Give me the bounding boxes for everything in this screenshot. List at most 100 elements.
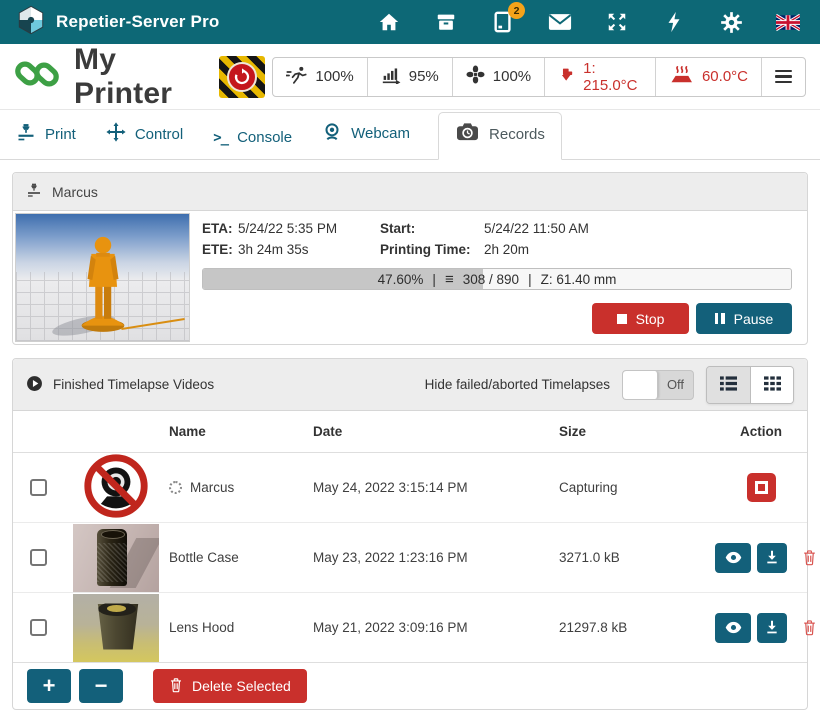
- bed-value: 60.0°C: [702, 68, 748, 85]
- printer-connected-link-icon: [14, 53, 60, 100]
- speed-value: 100%: [315, 68, 353, 85]
- grid-view-button[interactable]: [750, 367, 793, 403]
- home-icon[interactable]: [377, 10, 401, 34]
- tab-control[interactable]: Control: [104, 114, 185, 159]
- video-date: May 24, 2022 3:15:14 PM: [313, 480, 559, 495]
- stop-recording-button[interactable]: [747, 473, 776, 502]
- row-checkbox[interactable]: [30, 479, 47, 496]
- current-print-header: Marcus: [13, 173, 807, 211]
- delete-video-icon[interactable]: [802, 619, 817, 636]
- speed-icon: [286, 66, 307, 88]
- speed-multiplier[interactable]: 100%: [273, 58, 366, 96]
- table-row: Lens Hood May 21, 2022 3:09:16 PM 21297.…: [13, 593, 807, 663]
- ete-value: 3h 24m 35s: [238, 242, 380, 257]
- preview-video-button[interactable]: [715, 613, 751, 643]
- layer-counter: 308 / 890: [463, 272, 519, 287]
- video-name: Marcus: [190, 480, 234, 495]
- records-tab-icon: [455, 122, 480, 147]
- tab-records-label: Records: [489, 126, 545, 143]
- flow-multiplier[interactable]: 95%: [367, 58, 452, 96]
- trash-icon: [169, 677, 183, 696]
- view-mode-group: [706, 366, 794, 404]
- play-circle-icon: [26, 375, 43, 395]
- tab-print[interactable]: Print: [14, 114, 78, 159]
- heated-bed-icon: [669, 65, 694, 89]
- row-checkbox[interactable]: [30, 549, 47, 566]
- video-status: Capturing: [559, 480, 715, 495]
- emergency-stop-icon: [227, 62, 257, 92]
- delete-selected-label: Delete Selected: [192, 678, 291, 694]
- bed-temperature[interactable]: 60.0°C: [655, 58, 761, 96]
- top-navbar: Repetier-Server Pro 2: [0, 0, 820, 44]
- z-height: Z: 61.40 mm: [541, 272, 617, 287]
- settings-gear-icon[interactable]: [719, 10, 743, 34]
- list-view-button[interactable]: [707, 367, 750, 403]
- video-size: 3271.0 kB: [559, 550, 715, 565]
- tab-webcam[interactable]: Webcam: [320, 113, 412, 159]
- capturing-spinner-icon: [169, 481, 182, 494]
- video-thumbnail: [73, 524, 159, 592]
- pause-print-button[interactable]: Pause: [696, 303, 792, 334]
- webcam-tab-icon: [322, 121, 342, 146]
- tab-print-label: Print: [45, 126, 76, 143]
- list-view-icon: [719, 375, 738, 395]
- download-video-button[interactable]: [757, 613, 787, 643]
- navbar-actions: 2: [377, 10, 804, 34]
- gcode-box-icon[interactable]: [434, 10, 458, 34]
- pause-label: Pause: [734, 311, 774, 327]
- console-tab-icon: >_: [213, 130, 228, 146]
- status-bar: 100% 95% 100% 1: 215.0°C 60.0°C: [272, 57, 806, 97]
- select-all-button[interactable]: +: [27, 669, 71, 703]
- power-icon[interactable]: [662, 10, 686, 34]
- current-print-body: ETA: 5/24/22 5:35 PM Start: 5/24/22 11:5…: [13, 211, 807, 344]
- video-thumbnail: [73, 594, 159, 662]
- brand[interactable]: Repetier-Server Pro: [16, 5, 219, 40]
- print-info: ETA: 5/24/22 5:35 PM Start: 5/24/22 11:5…: [190, 213, 805, 342]
- menu-icon: [775, 70, 792, 84]
- printer-title: My Printer: [74, 43, 219, 111]
- print-tab-icon: [16, 122, 36, 146]
- messages-icon[interactable]: [548, 10, 572, 34]
- eta-label: ETA:: [202, 221, 238, 236]
- preview-video-button[interactable]: [715, 543, 751, 573]
- video-date: May 21, 2022 3:09:16 PM: [313, 620, 559, 635]
- fan-speed[interactable]: 100%: [452, 58, 544, 96]
- tab-records[interactable]: Records: [438, 112, 562, 160]
- tab-webcam-label: Webcam: [351, 125, 410, 142]
- timelapse-title: Finished Timelapse Videos: [53, 377, 214, 392]
- row-checkbox[interactable]: [30, 619, 47, 636]
- video-name: Lens Hood: [169, 620, 234, 635]
- deselect-all-button[interactable]: −: [79, 669, 123, 703]
- progress-percent: 47.60%: [378, 272, 424, 287]
- printing-time-value: 2h 20m: [484, 242, 792, 257]
- extruder-temperature[interactable]: 1: 215.0°C: [544, 58, 655, 96]
- pause-icon: [715, 313, 725, 324]
- hide-failed-toggle[interactable]: Off: [622, 370, 694, 400]
- layer-separator: /: [489, 272, 493, 287]
- stop-print-button[interactable]: Stop: [592, 303, 689, 334]
- delete-video-icon[interactable]: [802, 549, 817, 566]
- minus-icon: −: [95, 675, 108, 697]
- video-date: May 23, 2022 1:23:16 PM: [313, 550, 559, 565]
- column-size: Size: [559, 424, 715, 439]
- language-flag-icon[interactable]: [776, 10, 800, 34]
- flow-value: 95%: [409, 68, 439, 85]
- progress-text: 47.60% | ≡ 308 / 890 | Z: 61.40 mm: [203, 269, 791, 289]
- layer-current: 308: [463, 272, 486, 287]
- download-video-button[interactable]: [757, 543, 787, 573]
- tab-console[interactable]: >_ Console: [211, 121, 294, 159]
- timelapse-footer: + − Delete Selected: [13, 663, 807, 709]
- printer-tabs: Print Control >_ Console Webcam Records: [0, 110, 820, 160]
- stop-record-icon: [755, 481, 768, 494]
- printer-menu-button[interactable]: [761, 58, 805, 96]
- layers-icon: ≡: [445, 271, 454, 288]
- stop-icon: [617, 314, 627, 324]
- control-tab-icon: [106, 122, 126, 146]
- print-job-icon: [26, 182, 42, 201]
- table-row: Marcus May 24, 2022 3:15:14 PM Capturing: [13, 453, 807, 523]
- toggle-state-label: Off: [658, 371, 693, 399]
- fullscreen-icon[interactable]: [605, 10, 629, 34]
- emergency-stop-button[interactable]: [219, 56, 265, 98]
- delete-selected-button[interactable]: Delete Selected: [153, 669, 307, 703]
- print-queue-icon[interactable]: 2: [491, 10, 515, 34]
